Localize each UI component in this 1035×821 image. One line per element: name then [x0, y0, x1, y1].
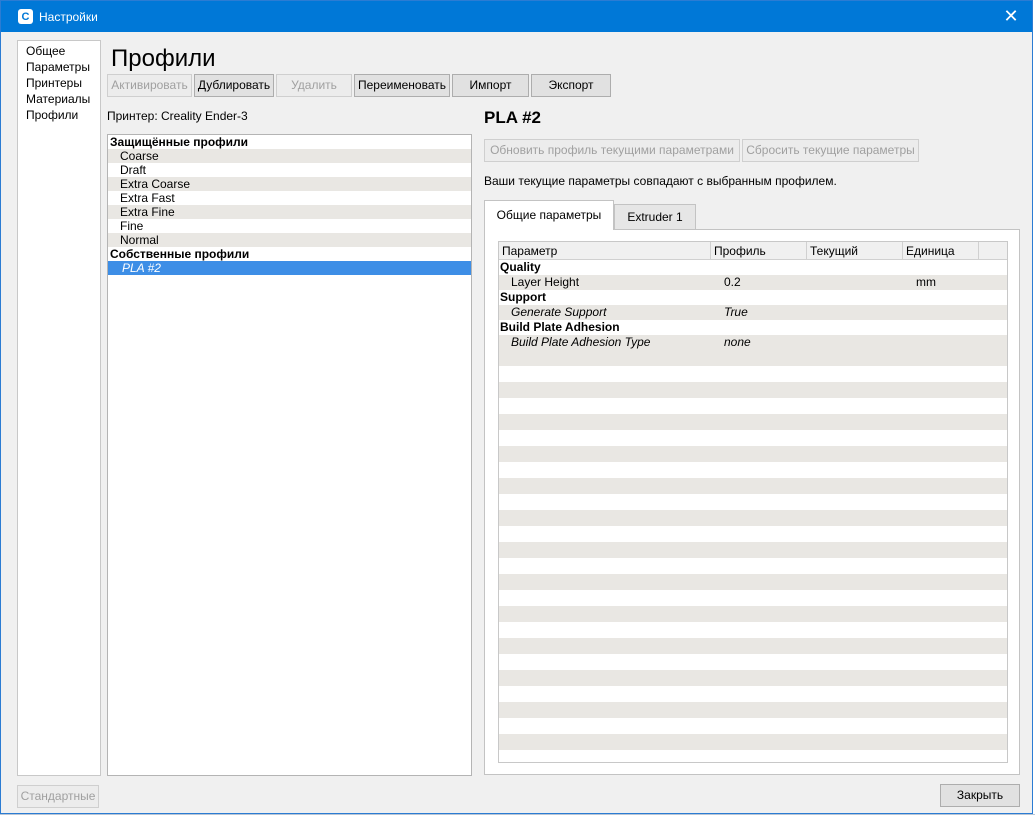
export-button[interactable]: Экспорт [531, 74, 611, 97]
profile-value: none [724, 335, 751, 349]
setting-label: Build Plate Adhesion Type [511, 335, 651, 349]
sidebar-item-printers[interactable]: Принтеры [18, 75, 100, 91]
sidebar-item-profiles[interactable]: Профили [18, 107, 100, 123]
update-profile-button[interactable]: Обновить профиль текущими параметрами [484, 139, 740, 162]
sidebar-item-materials[interactable]: Материалы [18, 91, 100, 107]
sidebar: Общее Параметры Принтеры Материалы Профи… [17, 40, 101, 776]
grid-header: Параметр Профиль Текущий Единица [499, 242, 1007, 260]
column-header-profile[interactable]: Профиль [711, 242, 807, 260]
empty-row [499, 382, 1007, 398]
setting-label: Layer Height [511, 275, 580, 289]
profile-list: Защищённые профили Coarse Draft Extra Co… [107, 134, 472, 776]
selected-profile-name: PLA #2 [484, 108, 542, 127]
column-header-setting[interactable]: Параметр [499, 242, 711, 260]
settings-dialog: C Настройки ✕ Общее Параметры Принтеры М… [0, 0, 1033, 814]
empty-row [499, 430, 1007, 446]
grid-body: Quality Layer Height 0.2 mm Support Generate … [499, 260, 1007, 762]
match-status-text: Ваши текущие параметры совпадают с выбра… [484, 174, 837, 188]
sidebar-item-general[interactable]: Общее [18, 43, 100, 59]
window-title: Настройки [39, 9, 98, 24]
profile-item-normal[interactable]: Normal [108, 233, 471, 247]
close-button[interactable]: Закрыть [940, 784, 1020, 807]
category-label: Build Plate Adhesion [500, 320, 620, 334]
empty-row [499, 542, 1007, 558]
defaults-button[interactable]: Стандартные [17, 785, 99, 808]
empty-row [499, 510, 1007, 526]
settings-grid: Параметр Профиль Текущий Единица Quality… [498, 241, 1008, 763]
profile-value: True [724, 305, 748, 319]
close-icon[interactable]: ✕ [1002, 7, 1020, 25]
empty-row [499, 622, 1007, 638]
profile-item-extra-coarse[interactable]: Extra Coarse [108, 177, 471, 191]
category-row: Build Plate Adhesion [499, 320, 1007, 335]
category-row: Support [499, 290, 1007, 305]
column-header-current[interactable]: Текущий [807, 242, 903, 260]
grid-line [0, 814, 1035, 815]
empty-row [499, 398, 1007, 414]
empty-row [499, 574, 1007, 590]
empty-row [499, 590, 1007, 606]
empty-row [499, 606, 1007, 622]
empty-row [499, 686, 1007, 702]
profile-item-extra-fine[interactable]: Extra Fine [108, 205, 471, 219]
profile-item-coarse[interactable]: Coarse [108, 149, 471, 163]
page-title: Профили [111, 45, 216, 72]
profile-item-pla-2[interactable]: PLA #2 [108, 261, 471, 275]
setting-row: Generate Support True [499, 305, 1007, 320]
profile-item-draft[interactable]: Draft [108, 163, 471, 177]
empty-row [499, 558, 1007, 574]
duplicate-button[interactable]: Дублировать [194, 74, 274, 97]
empty-row [499, 478, 1007, 494]
sidebar-item-settings[interactable]: Параметры [18, 59, 100, 75]
custom-profiles-header: Собственные профили [110, 247, 250, 261]
empty-row [499, 350, 1007, 366]
empty-row [499, 494, 1007, 510]
empty-row [499, 446, 1007, 462]
column-header-unit[interactable]: Единица [903, 242, 979, 260]
empty-row [499, 462, 1007, 478]
profile-item-extra-fast[interactable]: Extra Fast [108, 191, 471, 205]
import-button[interactable]: Импорт [452, 74, 529, 97]
activate-button[interactable]: Активировать [107, 74, 192, 97]
empty-row [499, 526, 1007, 542]
empty-row [499, 702, 1007, 718]
empty-row [499, 654, 1007, 670]
rename-button[interactable]: Переименовать [354, 74, 450, 97]
protected-profiles-header: Защищённые профили [110, 135, 249, 149]
category-row: Quality [499, 260, 1007, 275]
printer-label: Принтер: Creality Ender-3 [107, 109, 248, 123]
setting-row: Layer Height 0.2 mm [499, 275, 1007, 290]
empty-row [499, 718, 1007, 734]
tab-extruder-1[interactable]: Extruder 1 [614, 204, 696, 229]
cura-app-icon: C [18, 9, 33, 24]
empty-row [499, 366, 1007, 382]
profile-item-fine[interactable]: Fine [108, 219, 471, 233]
empty-row [499, 638, 1007, 654]
empty-row [499, 734, 1007, 750]
tab-panel: Параметр Профиль Текущий Единица Quality… [484, 229, 1020, 775]
title-bar: C Настройки ✕ [1, 1, 1032, 32]
empty-row [499, 414, 1007, 430]
category-label: Quality [500, 260, 541, 274]
unit-value: mm [916, 275, 936, 289]
delete-button[interactable]: Удалить [276, 74, 352, 97]
reset-settings-button[interactable]: Сбросить текущие параметры [742, 139, 919, 162]
empty-row [499, 670, 1007, 686]
category-label: Support [500, 290, 546, 304]
setting-label: Generate Support [511, 305, 607, 319]
tab-general-settings[interactable]: Общие параметры [484, 200, 614, 230]
profile-value: 0.2 [724, 275, 741, 289]
setting-row: Build Plate Adhesion Type none [499, 335, 1007, 350]
empty-row [499, 750, 1007, 762]
